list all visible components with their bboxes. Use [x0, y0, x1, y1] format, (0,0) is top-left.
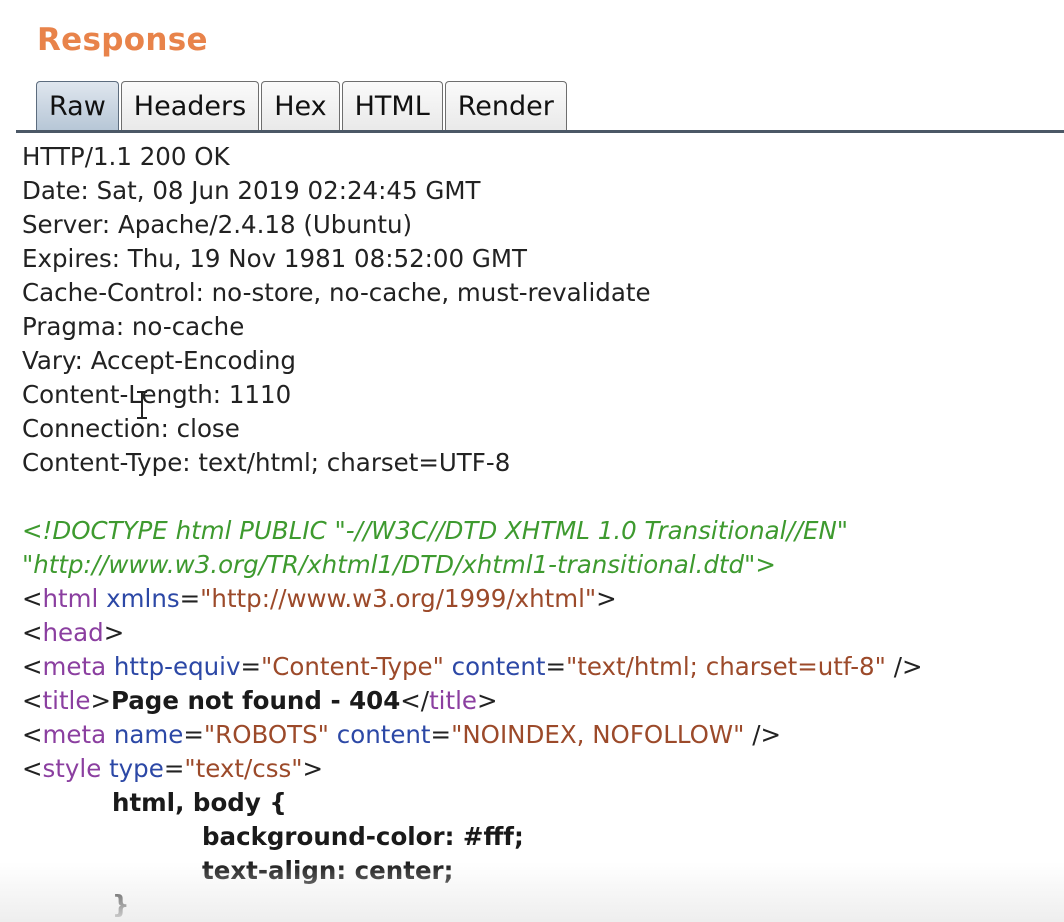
- response-panel: Response Raw Headers Hex HTML Render HTT…: [0, 0, 1064, 922]
- response-editor[interactable]: HTTP/1.1 200 OK Date: Sat, 08 Jun 2019 0…: [22, 140, 1064, 922]
- tab-headers[interactable]: Headers: [120, 81, 260, 131]
- meta-robots-line: <meta name="ROBOTS" content="NOINDEX, NO…: [22, 720, 781, 749]
- css-selector-line: html, body {: [112, 788, 287, 817]
- header-line-date: Date: Sat, 08 Jun 2019 02:24:45 GMT: [22, 176, 481, 205]
- header-line-content-type: Content-Type: text/html; charset=UTF-8: [22, 448, 511, 477]
- doctype-line-2: "http://www.w3.org/TR/xhtml1/DTD/xhtml1-…: [22, 550, 776, 579]
- attr-name: content: [451, 652, 546, 681]
- attr-value: "Content-Type": [261, 652, 444, 681]
- tab-html[interactable]: HTML: [341, 81, 443, 131]
- tab-hex[interactable]: Hex: [261, 81, 340, 131]
- attr-name: type: [109, 754, 164, 783]
- meta-content-type-line: <meta http-equiv="Content-Type" content=…: [22, 652, 923, 681]
- header-line-content-length: Content-Length: 1110: [22, 380, 292, 409]
- css-rule-line: text-align: center;: [202, 856, 454, 885]
- css-rule-line: background-color: #fff;: [202, 822, 524, 851]
- doctype-line-1: <!DOCTYPE html PUBLIC "-//W3C//DTD XHTML…: [22, 516, 849, 545]
- tab-raw[interactable]: Raw: [36, 81, 119, 131]
- title-line: <title>Page not found - 404</title>: [22, 686, 498, 715]
- tag-name: title: [42, 686, 91, 715]
- head-open-line: <head>: [22, 618, 125, 647]
- tag-name: meta: [42, 720, 107, 749]
- response-tabbar: Raw Headers Hex HTML Render: [36, 81, 569, 131]
- style-open-line: <style type="text/css">: [22, 754, 324, 783]
- attr-value: "text/html; charset=utf-8": [566, 652, 886, 681]
- attr-name: xmlns: [106, 584, 180, 613]
- header-line-expires: Expires: Thu, 19 Nov 1981 08:52:00 GMT: [22, 244, 527, 273]
- header-line-status: HTTP/1.1 200 OK: [22, 142, 230, 171]
- tag-name: title: [429, 686, 477, 715]
- tab-render[interactable]: Render: [444, 81, 567, 131]
- attr-value: "NOINDEX, NOFOLLOW": [451, 720, 745, 749]
- tag-name: head: [42, 618, 104, 647]
- tag-name: meta: [42, 652, 107, 681]
- header-line-server: Server: Apache/2.4.18 (Ubuntu): [22, 210, 413, 239]
- attr-name: http-equiv: [113, 652, 241, 681]
- attr-value: "http://www.w3.org/1999/xhtml": [200, 584, 597, 613]
- title-text: Page not found - 404: [110, 686, 401, 715]
- tag-name: style: [42, 754, 102, 783]
- attr-value: "text/css": [184, 754, 303, 783]
- tab-divider: [16, 130, 1064, 133]
- attr-name: name: [113, 720, 184, 749]
- attr-name: content: [336, 720, 431, 749]
- panel-title: Response: [37, 22, 208, 58]
- header-line-connection: Connection: close: [22, 414, 240, 443]
- header-line-pragma: Pragma: no-cache: [22, 312, 245, 341]
- header-line-cache-control: Cache-Control: no-store, no-cache, must-…: [22, 278, 651, 307]
- html-open-line: <html xmlns="http://www.w3.org/1999/xhtm…: [22, 584, 617, 613]
- tag-name: html: [42, 584, 99, 613]
- css-close-line: }: [112, 890, 130, 919]
- attr-value: "ROBOTS": [203, 720, 329, 749]
- header-line-vary: Vary: Accept-Encoding: [22, 346, 296, 375]
